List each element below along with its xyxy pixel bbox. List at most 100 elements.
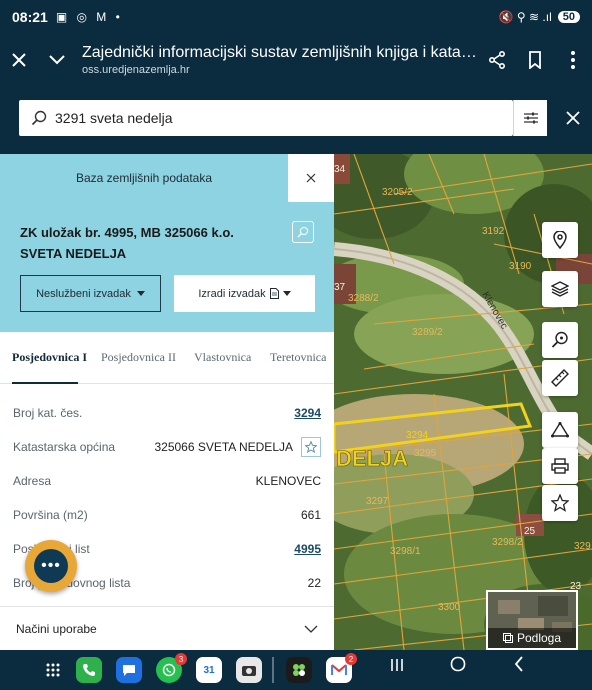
calendar-day: 31	[203, 664, 215, 676]
search-input[interactable]	[55, 110, 475, 126]
parcel-label: 3205/2	[382, 187, 413, 198]
row-value: KLENOVEC	[255, 474, 321, 488]
tab-teretovnica[interactable]: Teretovnica	[270, 350, 326, 365]
battery-icon: 50	[557, 11, 580, 23]
camera-icon	[242, 666, 256, 676]
dock-divider	[272, 657, 274, 683]
row-value: 325066 SVETA NEDELJA	[154, 440, 293, 454]
parcel-label: 3295	[414, 448, 437, 459]
ruler-icon	[551, 369, 569, 387]
filter-sliders-icon	[523, 112, 538, 124]
share-icon	[488, 51, 505, 69]
parcel-label: 3288/2	[348, 293, 379, 304]
recents-icon	[391, 659, 403, 671]
filter-button[interactable]	[513, 100, 547, 136]
parcel-label: 34	[334, 164, 346, 175]
tab-posjedovnica-2[interactable]: Posjedovnica II	[101, 350, 176, 365]
parcel-label: 3192	[482, 226, 505, 237]
expand-button[interactable]	[38, 40, 76, 80]
layers-icon	[551, 281, 569, 297]
calendar-app-icon[interactable]: 31	[196, 657, 222, 683]
recent-apps-button[interactable]	[382, 656, 412, 677]
create-extract-label: Izradi izvadak	[198, 287, 266, 300]
favorite-municipality-button[interactable]	[301, 437, 321, 457]
parcel-label: 25	[524, 526, 536, 537]
favorite-button[interactable]	[542, 485, 578, 521]
status-bar: 08:21 ▣ ◎ M • 🔇 ⚲ ≋ .ıl 50	[0, 0, 592, 34]
parcel-label: 3298/1	[390, 546, 421, 557]
layers-button[interactable]	[542, 271, 578, 307]
row-value: 661	[300, 508, 321, 522]
unofficial-extract-label: Neslužbeni izvadak	[36, 287, 131, 300]
chat-button[interactable]: •••	[25, 540, 77, 592]
row-label: Broj kat. čes.	[13, 406, 83, 420]
row-label: Katastarska općina	[13, 440, 116, 454]
close-icon	[306, 173, 316, 183]
detail-row: Površina (m2) 661	[0, 498, 334, 532]
notification-badge: 2	[345, 653, 357, 665]
create-extract-button[interactable]: Izradi izvadak	[174, 275, 315, 312]
screen: 08:21 ▣ ◎ M • 🔇 ⚲ ≋ .ıl 50 Zajednički in…	[0, 0, 592, 690]
page-title-area[interactable]: Zajednički informacijski sustav zemljišn…	[76, 44, 478, 76]
parcel-label: 3190	[509, 261, 532, 272]
polygon-icon	[551, 422, 569, 438]
database-tab[interactable]: Baza zemljišnih podataka	[0, 154, 288, 202]
bookmark-icon	[529, 51, 541, 69]
parcel-number-link[interactable]: 3294	[294, 406, 321, 420]
parcel-label-selected: 3294	[406, 430, 429, 441]
close-icon	[12, 53, 26, 67]
accordion-label: Načini uporabe	[16, 621, 97, 636]
notification-badge: 3	[175, 653, 187, 665]
close-icon	[566, 111, 580, 125]
messages-app-icon[interactable]	[116, 657, 142, 683]
bookmark-button[interactable]	[516, 40, 554, 80]
polygon-tool-button[interactable]	[542, 412, 578, 448]
measure-button[interactable]	[542, 360, 578, 396]
home-button[interactable]	[443, 656, 473, 677]
search-box[interactable]	[19, 100, 513, 136]
more-menu-button[interactable]	[554, 40, 592, 80]
panel-close-button[interactable]	[288, 154, 334, 202]
grid-icon	[46, 663, 60, 677]
app-drawer-button[interactable]	[40, 657, 66, 683]
chat-bubble-icon: •••	[34, 549, 68, 583]
search-icon	[297, 226, 309, 238]
parcel-label: 37	[334, 282, 346, 293]
parcel-label: 3289/2	[412, 327, 443, 338]
tab-posjedovnica-1[interactable]: Posjedovnica I	[12, 350, 87, 365]
star-icon	[305, 441, 317, 453]
unofficial-extract-button[interactable]: Neslužbeni izvadak	[20, 275, 161, 312]
caret-down-icon	[282, 291, 291, 296]
detail-row: Katastarska općina 325066 SVETA NEDELJA	[0, 430, 334, 464]
locate-button[interactable]	[542, 222, 578, 258]
parcel-label: 3297	[366, 496, 389, 507]
basemap-switcher[interactable]: Podloga	[486, 590, 578, 650]
back-button[interactable]	[504, 656, 534, 677]
whatsapp-icon	[162, 663, 176, 677]
share-button[interactable]	[478, 40, 516, 80]
search-close-button[interactable]	[560, 106, 586, 132]
whatsapp-app-icon[interactable]: 3	[156, 653, 187, 683]
tab-vlastovnica[interactable]: Vlastovnica	[194, 350, 251, 365]
print-button[interactable]	[542, 448, 578, 484]
locate-on-map-button[interactable]	[292, 221, 314, 243]
camera-app-icon[interactable]	[236, 657, 262, 683]
phone-app-icon[interactable]	[76, 657, 102, 683]
notification-icons: ▣ ◎ M •	[55, 10, 123, 24]
row-label: Površina (m2)	[13, 508, 88, 522]
detail-row: Broj kat. čes. 3294	[0, 396, 334, 430]
back-chevron-icon	[514, 656, 523, 672]
detail-row: Adresa KLENOVEC	[0, 464, 334, 498]
row-value: 22	[307, 576, 321, 590]
usage-accordion[interactable]: Načini uporabe	[0, 606, 334, 650]
gmail-app-icon[interactable]: 2	[326, 653, 357, 683]
possession-sheet-link[interactable]: 4995	[294, 542, 321, 556]
browser-toolbar: Zajednički informacijski sustav zemljišn…	[0, 34, 592, 86]
ownership-tabs: Posjedovnica I Posjedovnica II Vlastovni…	[0, 332, 334, 384]
chevron-down-icon	[304, 625, 318, 633]
zoom-search-button[interactable]	[542, 322, 578, 358]
page-title: Zajednički informacijski sustav zemljišn…	[82, 44, 478, 61]
close-tab-button[interactable]	[0, 40, 38, 80]
system-status-icons: 🔇 ⚲ ≋ .ıl	[498, 10, 552, 24]
calculator-app-icon[interactable]	[286, 657, 312, 683]
